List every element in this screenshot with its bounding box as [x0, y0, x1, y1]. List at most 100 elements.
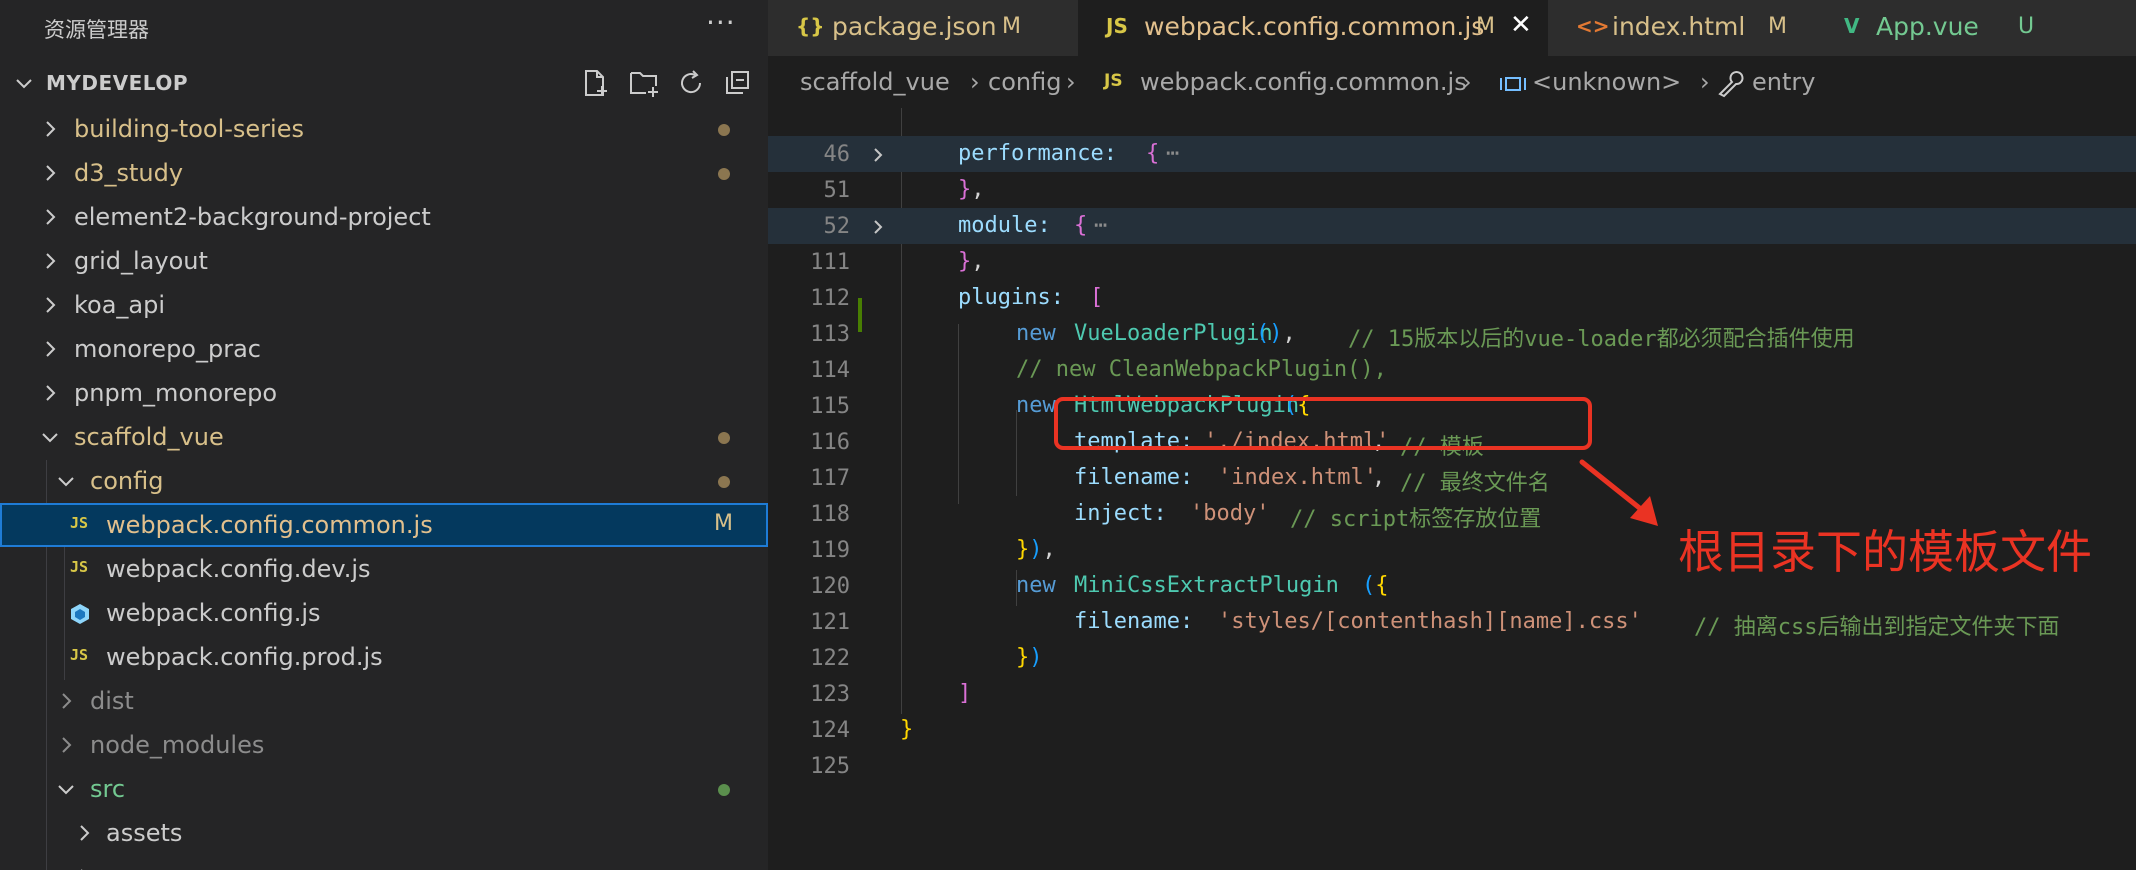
code-line: 111 },	[768, 244, 2136, 280]
wrench-icon	[1718, 71, 1744, 98]
breadcrumb-item[interactable]: scaffold_vue	[800, 68, 950, 96]
chevron-right-icon[interactable]	[868, 217, 888, 237]
code-line: 124 }	[768, 712, 2136, 748]
breadcrumb-item[interactable]: webpack.config.common.js	[1140, 68, 1467, 96]
code-token: }),	[1016, 537, 1056, 562]
code-line: 46 performance: { ⋯	[768, 136, 2136, 172]
chevron-down-icon	[42, 433, 58, 443]
chevron-down-icon	[16, 79, 32, 89]
folder-scaffold-vue[interactable]: scaffold_vue	[0, 415, 768, 459]
file-webpack-config-dev-js[interactable]: JS webpack.config.dev.js	[0, 547, 768, 591]
modified-dot	[718, 476, 730, 488]
tree-item-label: config	[90, 467, 164, 495]
code-token: MiniCssExtractPlugin	[1074, 573, 1339, 598]
folder-element2-background-project[interactable]: element2-background-project	[0, 195, 768, 239]
tab-webpack-config-common-js[interactable]: JS webpack.config.common.js M ✕	[1078, 0, 1549, 56]
line-number: 112	[810, 286, 850, 311]
workspace-root[interactable]: MYDEVELOP	[0, 64, 768, 104]
folder-monorepo-prac[interactable]: monorepo_prac	[0, 327, 768, 371]
folder-config[interactable]: config	[0, 459, 768, 503]
tab-overflow[interactable]	[2068, 0, 2136, 56]
tree-item-label: koa_api	[74, 291, 166, 319]
file-webpack-config-js[interactable]: webpack.config.js	[0, 591, 768, 635]
code-line: 121 filename: 'styles/[contenthash][name…	[768, 604, 2136, 640]
line-number: 120	[810, 574, 850, 599]
code-token: },	[958, 177, 985, 202]
js-file-icon: JS	[1106, 14, 1128, 38]
code-token: new	[1016, 573, 1056, 598]
tree-item-label: src	[90, 775, 126, 803]
tab-app-vue[interactable]: V App.vue U	[1818, 0, 2069, 56]
line-number: 118	[810, 502, 850, 527]
code-string: 'body'	[1190, 501, 1270, 526]
folder-grid-layout[interactable]: grid_layout	[0, 239, 768, 283]
line-number: 111	[810, 250, 850, 275]
chevron-down-icon	[58, 477, 74, 487]
code-token: ⋯	[1166, 141, 1180, 166]
code-token: inject:	[1074, 501, 1167, 526]
code-token: filename:	[1074, 465, 1194, 490]
annotation-arrow	[1579, 459, 1658, 526]
tab-package-json[interactable]: {} package.json M	[768, 0, 1079, 56]
code-comment: // 最终文件名	[1400, 471, 1550, 496]
annotation-highlight-box	[1054, 397, 1592, 450]
vue-file-icon: V	[1844, 14, 1860, 38]
modified-badge: M	[714, 511, 733, 536]
line-number: 125	[810, 754, 850, 779]
code-token: ,	[1372, 465, 1386, 490]
chevron-right-icon	[46, 209, 56, 225]
folder-pnpm-monorepo[interactable]: pnpm_monorepo	[0, 371, 768, 415]
folder-koa-api[interactable]: koa_api	[0, 283, 768, 327]
js-file-icon: JS	[70, 646, 89, 664]
folder-d3-study[interactable]: d3_study	[0, 151, 768, 195]
folder-dist[interactable]: dist	[0, 679, 768, 723]
webpack-icon	[71, 604, 89, 624]
chevron-right-icon	[80, 825, 90, 841]
line-number: 115	[810, 394, 850, 419]
tab-index-html[interactable]: <> index.html M	[1548, 0, 1819, 56]
tree-item-label: scaffold_vue	[74, 423, 224, 451]
symbol-variable-icon	[1500, 77, 1526, 91]
code-comment: // 抽离css后输出到指定文件夹下面	[1694, 615, 2060, 640]
line-number: 51	[823, 178, 851, 203]
untracked-dot	[718, 784, 730, 796]
code-comment: // new CleanWebpackPlugin(),	[1016, 357, 1387, 382]
chevron-right-icon[interactable]	[868, 145, 888, 165]
refresh-icon[interactable]	[676, 68, 706, 98]
breadcrumb-separator: ›	[1462, 68, 1472, 96]
tab-bar: {} package.json M JS webpack.config.comm…	[768, 0, 2136, 56]
folder-src[interactable]: src	[0, 767, 768, 811]
line-number: 52	[823, 214, 851, 239]
line-number: 116	[810, 430, 850, 455]
chevron-right-icon	[62, 693, 72, 709]
tree-item-label: webpack.config.js	[106, 599, 321, 627]
collapse-all-icon[interactable]	[722, 68, 752, 98]
folder-assets[interactable]: assets	[0, 811, 768, 855]
folder-node-modules[interactable]: node_modules	[0, 723, 768, 767]
explorer-sidebar: 资源管理器 ··· MYDEVELOP building-tool-series…	[0, 0, 768, 870]
code-string: 'styles/[contenthash][name].css'	[1218, 609, 1642, 634]
breadcrumb-item[interactable]: config	[988, 68, 1061, 96]
new-file-icon[interactable]	[580, 68, 610, 98]
file-webpack-config-prod-js[interactable]: JS webpack.config.prod.js	[0, 635, 768, 679]
more-actions-icon[interactable]: ···	[706, 6, 736, 39]
code-editor[interactable]: 46 performance: { ⋯ 51 }, 52 module: { ⋯…	[768, 108, 2136, 870]
new-folder-icon[interactable]	[628, 68, 658, 98]
tab-label: package.json	[832, 12, 997, 41]
chevron-right-icon	[46, 253, 56, 269]
explorer-header: 资源管理器 ···	[0, 0, 768, 56]
code-token: ({	[1362, 573, 1389, 598]
breadcrumb-separator: ›	[1700, 68, 1710, 96]
folder-building-tool-series[interactable]: building-tool-series	[0, 107, 768, 151]
close-icon[interactable]: ✕	[1510, 10, 1532, 40]
tree-row-partial[interactable]	[0, 855, 768, 870]
code-comment: // script标签存放位置	[1290, 507, 1542, 532]
file-webpack-config-common-js[interactable]: JS webpack.config.common.js M	[0, 503, 768, 547]
tree-item-label: monorepo_prac	[74, 335, 261, 363]
tree-item-label: webpack.config.prod.js	[106, 643, 383, 671]
tab-status: M	[1476, 14, 1495, 39]
breadcrumb-item[interactable]: <unknown>	[1532, 68, 1681, 96]
breadcrumb-item[interactable]: entry	[1752, 68, 1815, 96]
code-line: 122 })	[768, 640, 2136, 676]
code-line: 117 filename: 'index.html' , // 最终文件名	[768, 460, 2136, 496]
